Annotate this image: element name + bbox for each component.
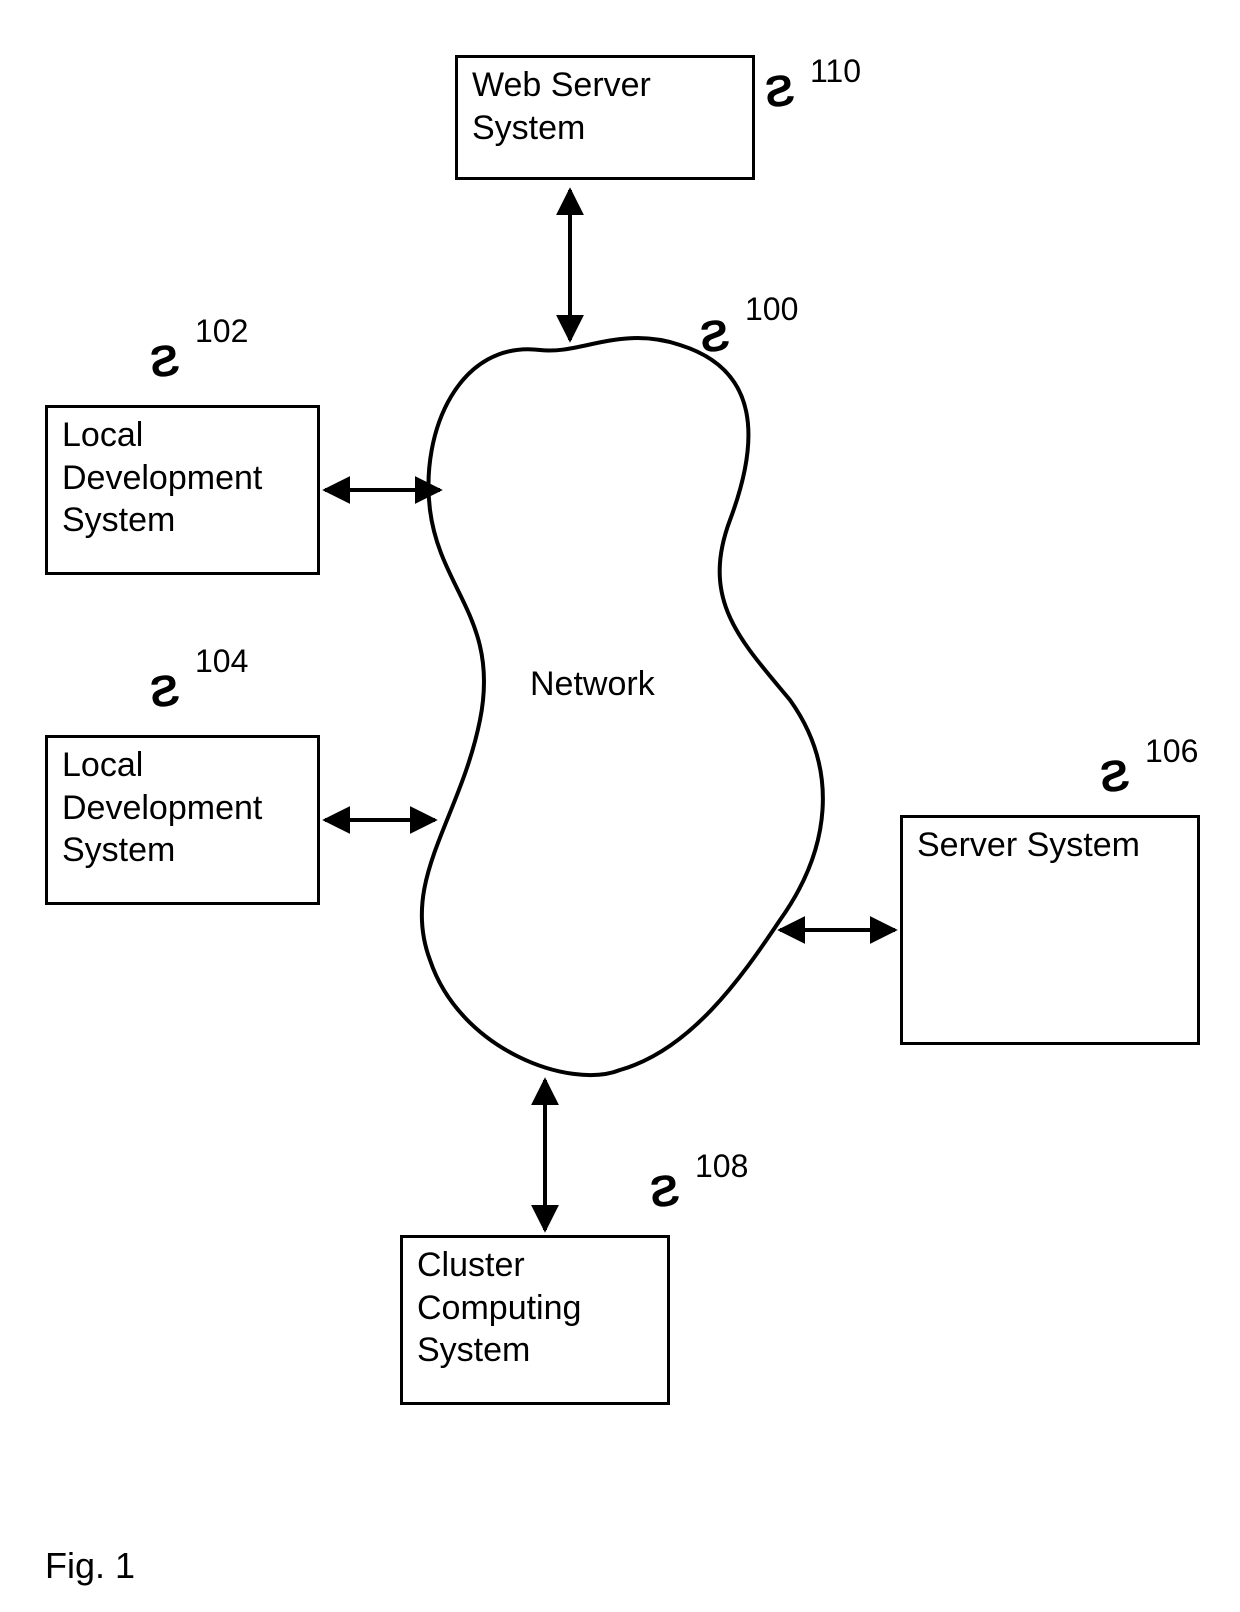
ref-110: 110	[810, 55, 861, 87]
web-server-box: Web ServerSystem	[455, 55, 755, 180]
local-dev-1-box: LocalDevelopmentSystem	[45, 405, 320, 575]
local-dev-2-label: LocalDevelopmentSystem	[62, 746, 262, 869]
network-cloud	[422, 338, 823, 1075]
web-server-label: Web ServerSystem	[472, 66, 651, 147]
ref-squiggle-106: S	[1097, 753, 1132, 801]
ref-squiggle-110: S	[762, 68, 797, 116]
figure-caption: Fig. 1	[45, 1545, 135, 1587]
ref-106: 106	[1145, 735, 1198, 767]
ref-squiggle-104: S	[147, 668, 182, 716]
ref-108: 108	[695, 1150, 748, 1182]
ref-squiggle-100: S	[697, 313, 732, 361]
ref-104: 104	[195, 645, 248, 677]
local-dev-2-box: LocalDevelopmentSystem	[45, 735, 320, 905]
cluster-system-box: ClusterComputingSystem	[400, 1235, 670, 1405]
network-label: Network	[530, 665, 655, 704]
diagram-canvas: Web ServerSystem S 110 LocalDevelopmentS…	[0, 0, 1240, 1612]
ref-squiggle-102: S	[147, 338, 182, 386]
server-system-box: Server System	[900, 815, 1200, 1045]
server-system-label: Server System	[917, 826, 1140, 864]
ref-100: 100	[745, 293, 798, 325]
cluster-system-label: ClusterComputingSystem	[417, 1246, 581, 1369]
local-dev-1-label: LocalDevelopmentSystem	[62, 416, 262, 539]
ref-102: 102	[195, 315, 248, 347]
ref-squiggle-108: S	[647, 1168, 682, 1216]
